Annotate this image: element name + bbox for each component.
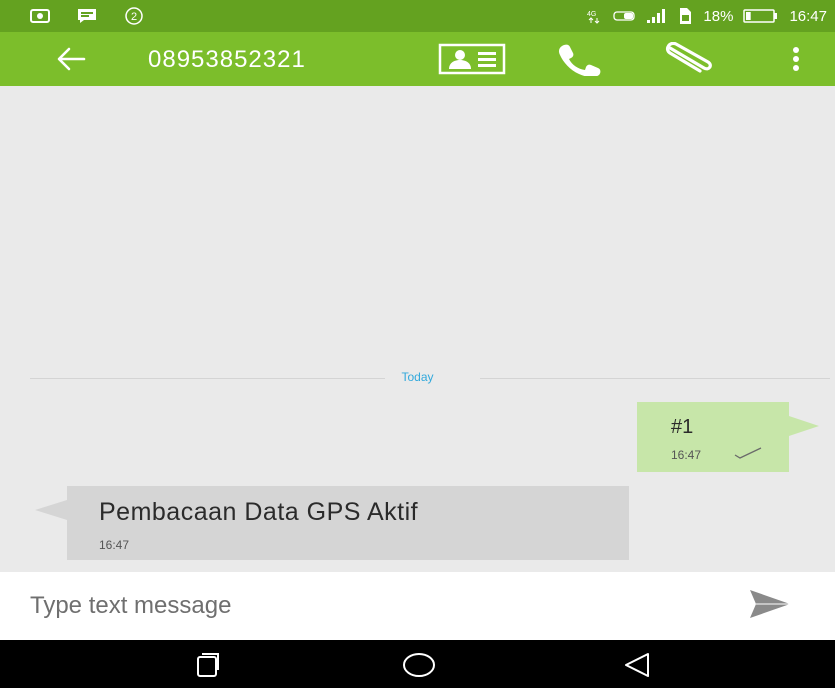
message-time: 16:47: [99, 538, 130, 552]
notification-count-icon: 2: [124, 6, 144, 26]
date-divider: Today: [0, 370, 835, 384]
sim-icon: [677, 7, 693, 25]
sent-check-icon: [733, 446, 763, 465]
signal-icon: [645, 8, 667, 24]
app-bar: 08953852321: [0, 32, 835, 86]
notification-count: 2: [131, 11, 137, 23]
status-time: 16:47: [789, 7, 827, 25]
navigation-bar: [0, 640, 835, 688]
phone-icon[interactable]: [556, 42, 608, 76]
date-divider-label: Today: [401, 370, 434, 384]
back-icon[interactable]: [622, 652, 652, 683]
battery-icon: [743, 8, 779, 24]
home-icon[interactable]: [402, 652, 436, 683]
outgoing-message-bubble[interactable]: #1 16:47: [637, 402, 819, 472]
back-arrow-icon[interactable]: [56, 46, 86, 77]
data-icon: 4G: [587, 8, 603, 24]
bubble-tail: [35, 500, 67, 520]
incoming-message-bubble[interactable]: Pembacaan Data GPS Aktif 16:47: [35, 486, 629, 560]
recents-icon[interactable]: [194, 652, 222, 683]
message-text: Pembacaan Data GPS Aktif: [99, 498, 419, 526]
message-time: 16:47: [671, 448, 702, 462]
bubble-tail: [789, 416, 819, 436]
battery-percent: 18%: [703, 7, 734, 25]
more-vert-icon[interactable]: [786, 44, 806, 74]
screenshot-icon: [30, 8, 50, 24]
attach-icon[interactable]: [662, 42, 718, 76]
status-bar: 2 4G 18% 16:47: [0, 0, 835, 32]
volte-icon: [613, 10, 636, 22]
svg-text:4G: 4G: [587, 11, 596, 18]
message-text: #1: [671, 416, 694, 438]
conversation-title: 08953852321: [148, 46, 306, 73]
composer-bar: [0, 572, 835, 640]
keyboard-icon: [76, 8, 98, 24]
contact-card-icon[interactable]: [438, 42, 506, 76]
send-icon[interactable]: [748, 588, 792, 625]
message-input[interactable]: [30, 586, 670, 626]
